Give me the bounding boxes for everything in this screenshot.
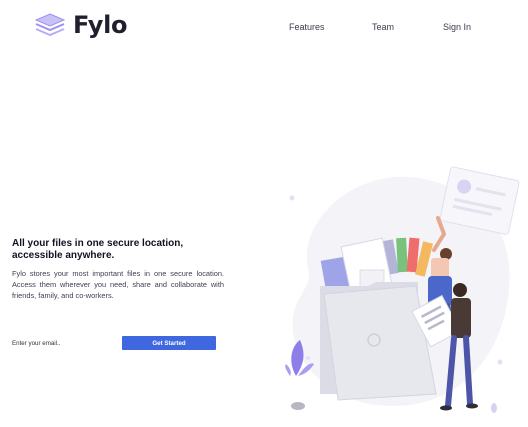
hero-title: All your files in one secure location, a… <box>12 238 184 261</box>
nav-team-link[interactable]: Team <box>372 22 394 32</box>
logo[interactable]: Fylo <box>34 11 128 39</box>
decor-dot <box>306 356 310 360</box>
get-started-button[interactable]: Get Started <box>122 336 216 350</box>
nav-features-link[interactable]: Features <box>289 22 325 32</box>
hero-description: Fylo stores your most important files in… <box>12 269 224 300</box>
decor-dot <box>497 359 503 365</box>
header: Fylo Features Team Sign In <box>0 0 528 50</box>
hero-illustration <box>285 166 520 413</box>
logo-text: Fylo <box>73 11 128 39</box>
decor-dot <box>289 195 295 201</box>
email-input[interactable] <box>10 337 110 350</box>
decor-leaf <box>491 403 497 413</box>
rock <box>291 402 305 410</box>
nav-sign-in-link[interactable]: Sign In <box>443 22 471 32</box>
layered-stack-logo-icon <box>34 13 66 37</box>
